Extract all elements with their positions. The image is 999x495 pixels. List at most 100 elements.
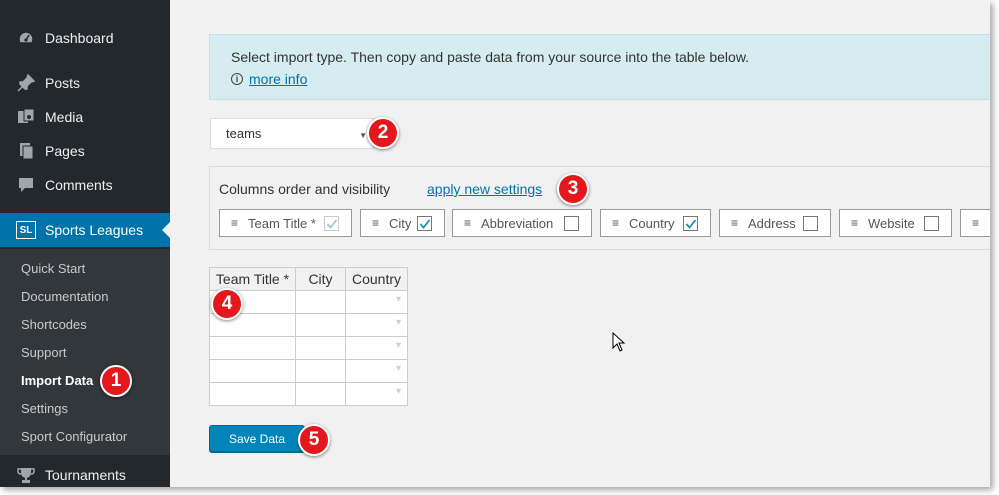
table-cell-dropdown[interactable] <box>345 382 408 406</box>
callout-badge-2: 2 <box>367 117 399 149</box>
app-window: Dashboard Posts Media Pages Comments SL … <box>0 0 990 487</box>
column-header: City <box>295 267 346 291</box>
table-cell-dropdown[interactable] <box>345 336 408 360</box>
chip-label: Country <box>629 215 675 231</box>
chevron-down-icon: ▼ <box>359 131 367 140</box>
table-row <box>209 336 408 360</box>
chip-label: Address <box>748 215 796 231</box>
table-cell-dropdown[interactable] <box>345 359 408 383</box>
sidebar-item-label: Comments <box>45 177 113 193</box>
sports-leagues-submenu: Quick Start Documentation Shortcodes Sup… <box>0 249 170 455</box>
callout-badge-5: 5 <box>298 424 330 456</box>
sidebar-item-comments[interactable]: Comments <box>0 168 170 202</box>
sidebar-item-label: Sports Leagues <box>45 222 144 238</box>
trophy-icon <box>16 465 36 485</box>
column-chip-team-title[interactable]: ≡ Team Title * <box>219 209 352 237</box>
sidebar-item-label: Pages <box>45 143 85 159</box>
table-header-row: Team Title * City Country <box>209 267 408 291</box>
submenu-sport-configurator[interactable]: Sport Configurator <box>21 429 127 444</box>
column-chip-city[interactable]: ≡ City <box>360 209 445 237</box>
sidebar-item-label: Tournaments <box>45 467 126 483</box>
table-cell[interactable] <box>295 313 346 337</box>
submenu-documentation[interactable]: Documentation <box>21 289 108 304</box>
callout-badge-1: 1 <box>100 365 132 397</box>
table-cell[interactable] <box>209 336 296 360</box>
drag-handle-icon[interactable]: ≡ <box>612 216 622 230</box>
column-chip-more[interactable]: ≡ <box>960 209 990 237</box>
pages-icon <box>16 141 36 161</box>
table-row <box>209 313 408 337</box>
more-info-link[interactable]: more info <box>249 71 307 87</box>
more-info-row: i more info <box>231 71 307 87</box>
sidebar-item-media[interactable]: Media <box>0 100 170 134</box>
checkbox-country[interactable] <box>683 216 698 231</box>
drag-handle-icon[interactable]: ≡ <box>972 216 982 230</box>
checkmark-icon <box>685 218 696 229</box>
chip-label: Abbreviation <box>481 215 554 231</box>
column-chip-country[interactable]: ≡ Country <box>600 209 711 237</box>
apply-settings-link[interactable]: apply new settings <box>427 181 542 197</box>
sidebar-item-tournaments[interactable]: Tournaments <box>0 458 170 487</box>
pin-icon <box>16 73 36 93</box>
drag-handle-icon[interactable]: ≡ <box>372 216 382 230</box>
media-icon <box>16 107 36 127</box>
sl-icon-text: SL <box>16 221 36 239</box>
sidebar-item-label: Media <box>45 109 84 125</box>
chip-label: Website <box>868 215 915 231</box>
submenu-support[interactable]: Support <box>21 345 67 360</box>
callout-badge-3: 3 <box>557 173 589 205</box>
checkmark-icon <box>419 218 430 229</box>
checkbox-team-title <box>324 216 339 231</box>
drag-handle-icon[interactable]: ≡ <box>464 216 474 230</box>
table-cell[interactable] <box>295 382 346 406</box>
sidebar-item-dashboard[interactable]: Dashboard <box>0 21 170 55</box>
table-row <box>209 359 408 383</box>
mouse-cursor-icon <box>612 331 626 357</box>
sl-icon: SL <box>16 220 36 240</box>
import-type-value: teams <box>226 126 262 141</box>
columns-title: Columns order and visibility <box>219 181 391 197</box>
table-cell[interactable] <box>295 336 346 360</box>
comments-icon <box>16 175 36 195</box>
import-notice: Select import type. Then copy and paste … <box>209 34 990 100</box>
info-icon: i <box>231 73 243 85</box>
column-chip-website[interactable]: ≡ Website <box>839 209 952 237</box>
submenu-import-data[interactable]: Import Data <box>21 373 93 388</box>
drag-handle-icon[interactable]: ≡ <box>231 216 241 230</box>
sidebar-item-posts[interactable]: Posts <box>0 66 170 100</box>
table-cell-dropdown[interactable] <box>345 290 408 314</box>
sidebar-item-label: Posts <box>45 75 81 91</box>
sidebar-item-pages[interactable]: Pages <box>0 134 170 168</box>
checkbox-abbreviation[interactable] <box>564 216 579 231</box>
sidebar-item-label: Dashboard <box>45 30 114 46</box>
chip-label: Team Title * <box>248 215 316 231</box>
table-cell[interactable] <box>295 359 346 383</box>
callout-badge-4: 4 <box>211 288 243 320</box>
column-chip-abbreviation[interactable]: ≡ Abbreviation <box>452 209 592 237</box>
drag-handle-icon[interactable]: ≡ <box>731 216 741 230</box>
table-cell[interactable] <box>295 290 346 314</box>
admin-sidebar: Dashboard Posts Media Pages Comments SL … <box>0 0 170 487</box>
checkmark-icon <box>326 218 337 229</box>
notice-text: Select import type. Then copy and paste … <box>231 49 750 65</box>
table-cell[interactable] <box>209 359 296 383</box>
submenu-quick-start[interactable]: Quick Start <box>21 261 85 276</box>
chip-label: City <box>389 215 412 231</box>
import-data-table: Team Title * City Country <box>209 267 408 406</box>
sidebar-item-sports-leagues[interactable]: SL Sports Leagues <box>0 213 170 247</box>
dashboard-icon <box>16 28 36 48</box>
table-cell[interactable] <box>209 382 296 406</box>
table-cell-dropdown[interactable] <box>345 313 408 337</box>
column-chip-address[interactable]: ≡ Address <box>719 209 831 237</box>
column-header: Country <box>345 267 408 291</box>
checkbox-address[interactable] <box>803 216 818 231</box>
checkbox-city[interactable] <box>417 216 432 231</box>
columns-settings: Columns order and visibility apply new s… <box>209 166 990 250</box>
table-row <box>209 382 408 406</box>
drag-handle-icon[interactable]: ≡ <box>851 216 861 230</box>
save-data-button[interactable]: Save Data <box>209 425 305 452</box>
submenu-settings[interactable]: Settings <box>21 401 68 416</box>
import-type-select[interactable]: teams ▼ <box>210 118 374 149</box>
submenu-shortcodes[interactable]: Shortcodes <box>21 317 87 332</box>
checkbox-website[interactable] <box>924 216 939 231</box>
